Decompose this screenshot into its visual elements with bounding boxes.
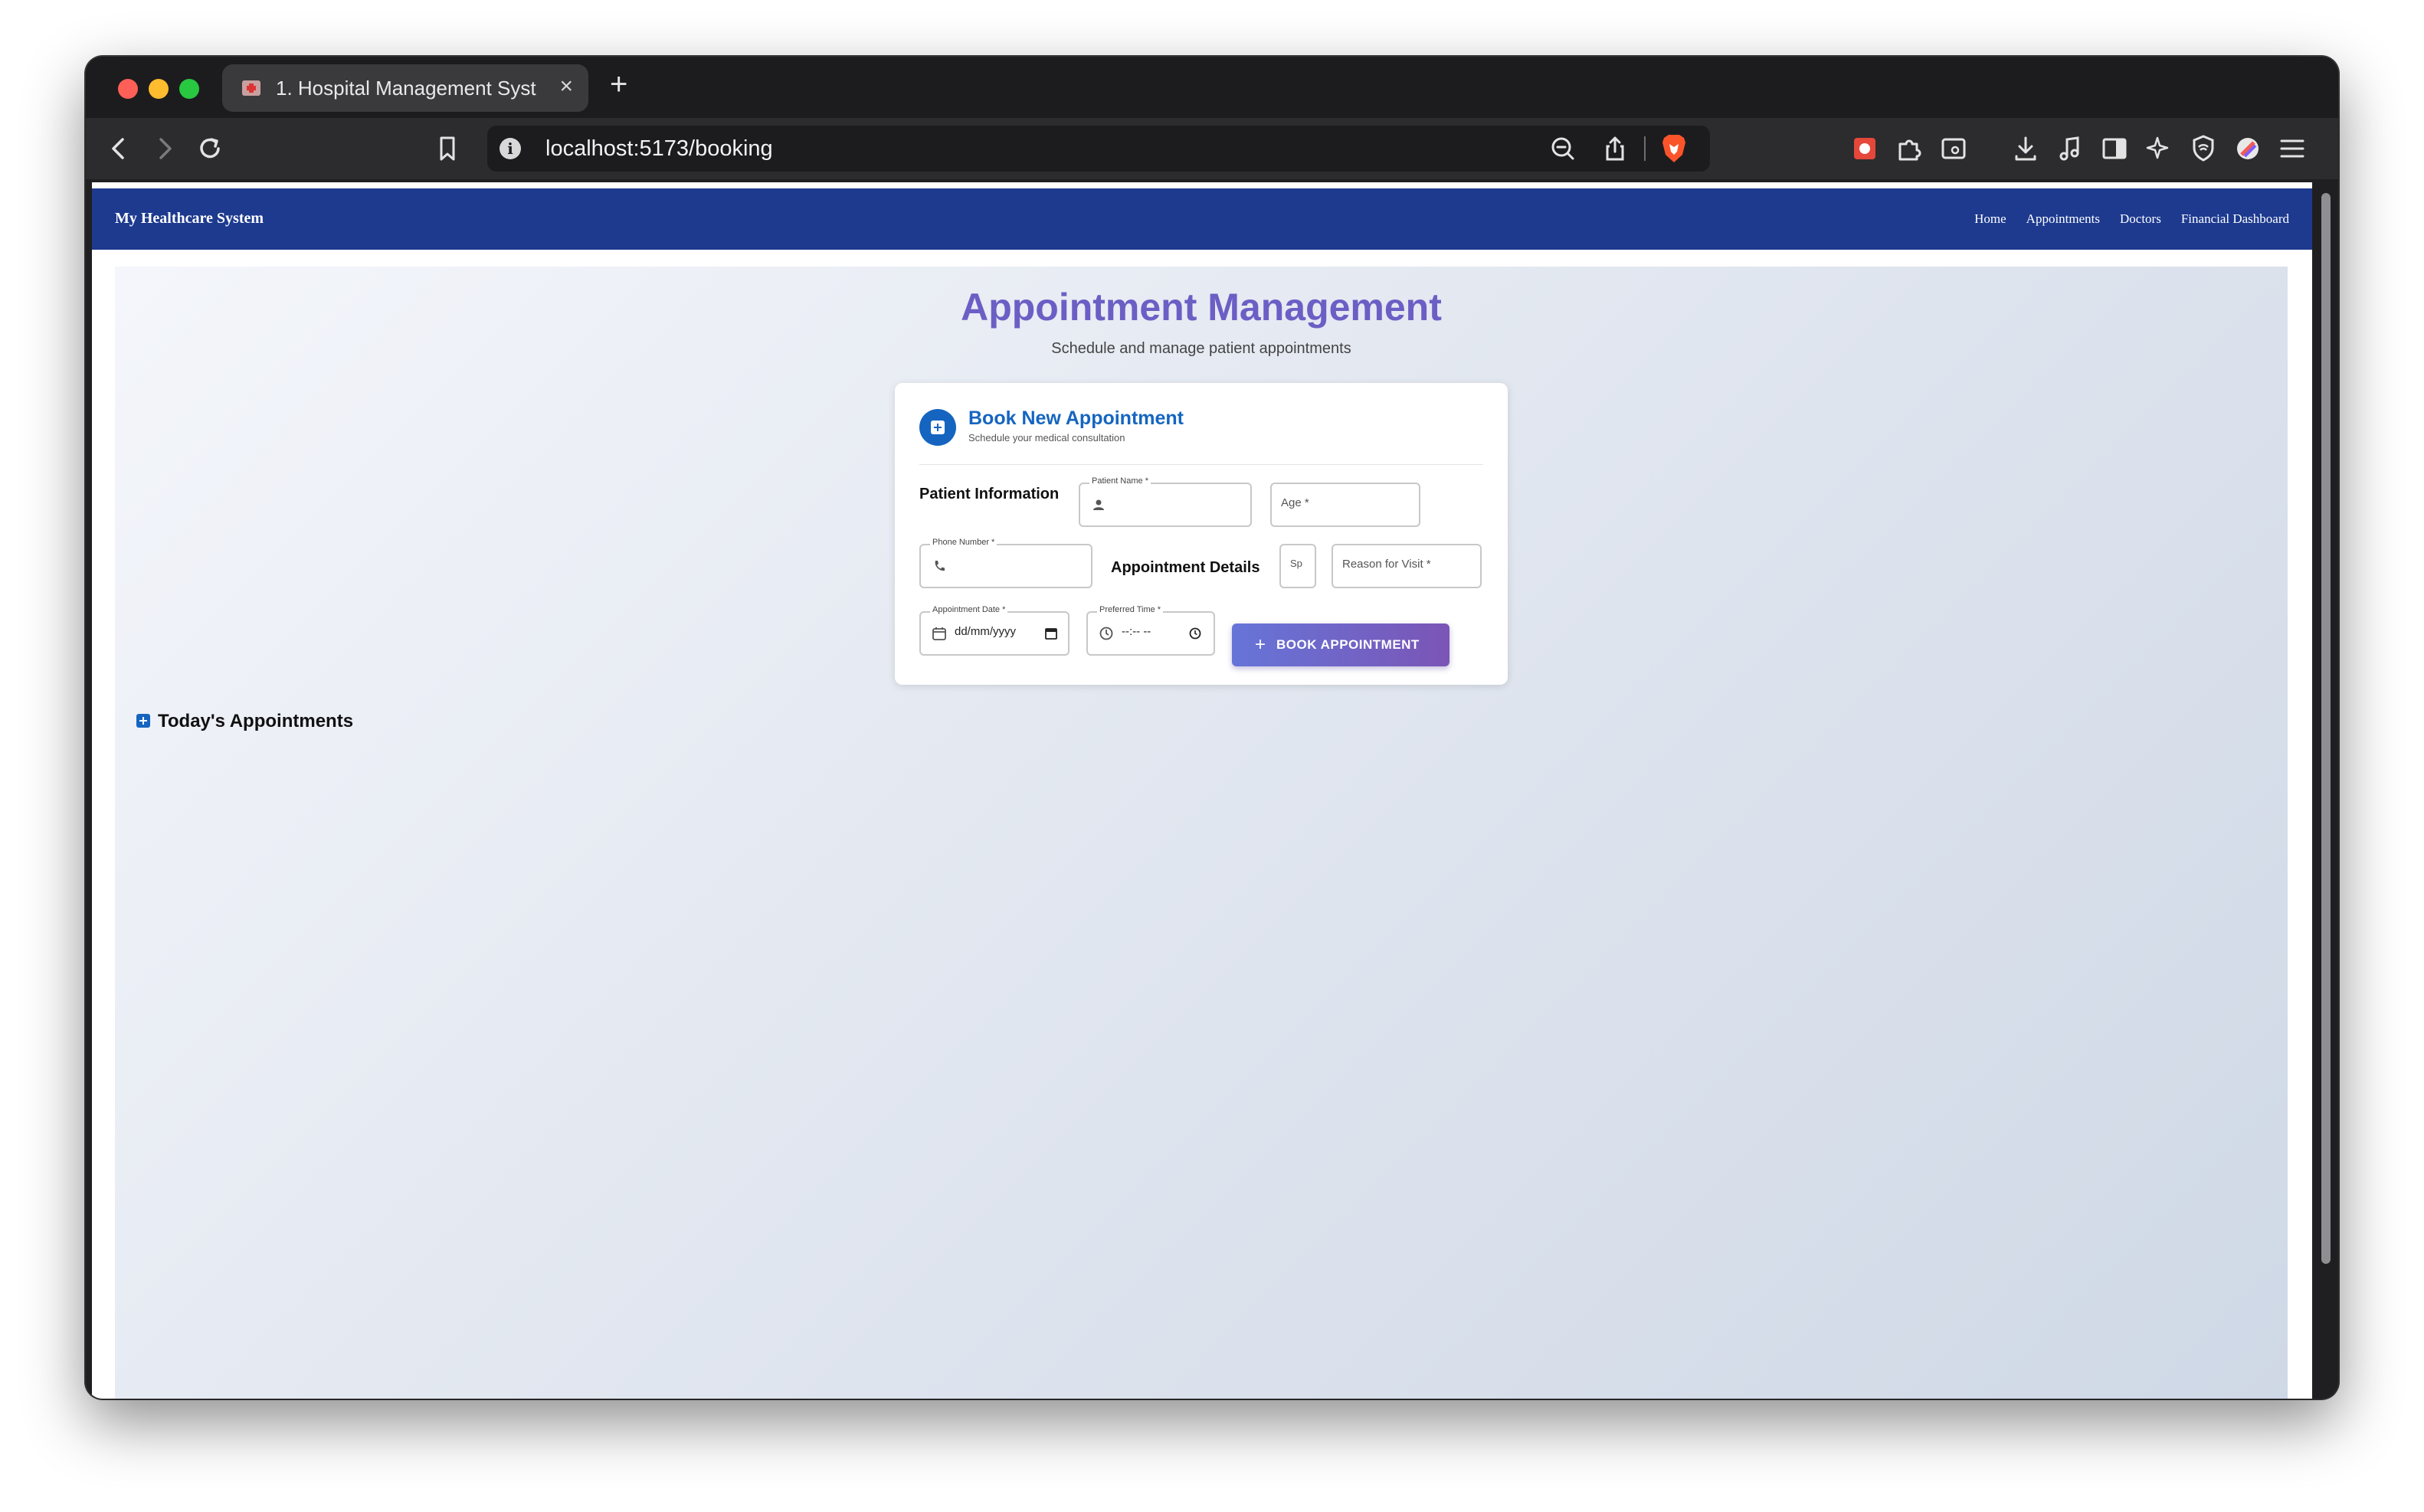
person-icon [1091, 497, 1106, 512]
app-navbar: My Healthcare System Home Appointments D… [92, 188, 2312, 250]
phone-number-label: Phone Number * [930, 538, 997, 547]
brave-shield-icon[interactable] [1658, 132, 1690, 165]
book-appointment-button[interactable]: + BOOK APPOINTMENT [1232, 623, 1449, 666]
url-text[interactable]: localhost:5173/booking [545, 136, 773, 162]
vpn-icon[interactable] [2187, 132, 2220, 165]
minimize-window-button[interactable] [149, 79, 169, 99]
page-title: Appointment Management [961, 286, 1442, 329]
bookmark-icon[interactable] [431, 132, 464, 165]
nav-doctors-link[interactable]: Doctors [2120, 211, 2161, 227]
date-value: dd/mm/yyyy [955, 625, 1017, 638]
time-value: --:-- -- [1122, 625, 1151, 638]
date-picker-icon[interactable] [1043, 626, 1059, 641]
app-nav-links: Home Appointments Doctors Financial Dash… [1974, 211, 2289, 227]
booking-card: Book New Appointment Schedule your medic… [895, 383, 1508, 685]
main-content: Appointment Management Schedule and mana… [115, 267, 2288, 1399]
extensions-icon[interactable] [1892, 132, 1926, 165]
hospital-favicon-icon [241, 77, 262, 99]
browser-window: 1. Hospital Management System × + i loca… [86, 57, 2338, 1399]
patient-name-label: Patient Name * [1089, 476, 1151, 486]
browser-tab[interactable]: 1. Hospital Management System × [222, 64, 588, 112]
patient-name-field[interactable]: Patient Name * [1079, 476, 1252, 527]
tab-title: 1. Hospital Management System [276, 77, 536, 100]
plus-icon: + [1255, 634, 1266, 655]
extension-1-icon[interactable] [1848, 132, 1882, 165]
leo-ai-icon[interactable] [2142, 132, 2176, 165]
downloads-icon[interactable] [2009, 132, 2042, 165]
todays-appointments-heading: Today's Appointments [158, 711, 354, 731]
specialty-select[interactable]: Sp [1279, 544, 1316, 588]
menu-icon[interactable] [2275, 132, 2309, 165]
forward-icon[interactable] [147, 132, 181, 165]
preferred-time-label: Preferred Time * [1097, 605, 1164, 614]
medical-plus-icon [919, 409, 956, 446]
address-bar[interactable]: i localhost:5173/booking [487, 126, 1710, 172]
appointment-details-heading: Appointment Details [1111, 559, 1260, 576]
sidebar-icon[interactable] [2098, 132, 2131, 165]
clock-icon [1099, 626, 1114, 641]
urlbar-separator [1644, 136, 1646, 161]
specialty-truncated-label: Sp [1290, 558, 1302, 569]
reload-icon[interactable] [193, 132, 227, 165]
booking-card-subtitle: Schedule your medical consultation [968, 432, 1125, 443]
phone-number-field[interactable]: Phone Number * [919, 538, 1092, 588]
card-divider [919, 464, 1483, 465]
age-field[interactable]: Age * [1270, 483, 1420, 527]
phone-icon [932, 558, 947, 574]
app-brand[interactable]: My Healthcare System [115, 210, 264, 227]
appointment-date-label: Appointment Date * [930, 605, 1008, 614]
screenshot-icon[interactable] [1937, 132, 1970, 165]
back-icon[interactable] [103, 132, 136, 165]
zoom-out-icon[interactable] [1548, 133, 1578, 164]
page-viewport: My Healthcare System Home Appointments D… [92, 182, 2312, 1399]
scrollbar-thumb[interactable] [2321, 193, 2331, 1264]
reason-placeholder: Reason for Visit * [1342, 558, 1431, 571]
book-appointment-label: BOOK APPOINTMENT [1276, 637, 1420, 652]
wallet-icon[interactable] [2231, 132, 2265, 165]
time-picker-icon[interactable] [1187, 626, 1203, 641]
calendar-icon [932, 626, 947, 641]
preferred-time-field[interactable]: Preferred Time * --:-- -- [1086, 605, 1215, 656]
new-tab-button[interactable]: + [610, 67, 627, 102]
nav-financial-dashboard-link[interactable]: Financial Dashboard [2181, 211, 2289, 227]
maximize-window-button[interactable] [179, 79, 199, 99]
close-window-button[interactable] [118, 79, 138, 99]
age-placeholder: Age * [1281, 496, 1309, 509]
appointment-date-field[interactable]: Appointment Date * dd/mm/yyyy [919, 605, 1070, 656]
patient-info-heading: Patient Information [919, 486, 1060, 502]
page-subtitle: Schedule and manage patient appointments [1051, 340, 1351, 357]
todays-appointments-icon [136, 714, 150, 728]
tab-close-icon[interactable]: × [559, 74, 573, 100]
share-icon[interactable] [1600, 133, 1630, 164]
tab-strip: 1. Hospital Management System × + [86, 57, 2338, 118]
reason-for-visit-field[interactable]: Reason for Visit * [1332, 544, 1482, 588]
browser-toolbar: i localhost:5173/booking [86, 118, 2338, 179]
booking-card-title: Book New Appointment [968, 407, 1184, 429]
media-icon[interactable] [2053, 132, 2087, 165]
site-info-icon[interactable]: i [500, 138, 521, 159]
nav-home-link[interactable]: Home [1974, 211, 2006, 227]
nav-appointments-link[interactable]: Appointments [2026, 211, 2100, 227]
